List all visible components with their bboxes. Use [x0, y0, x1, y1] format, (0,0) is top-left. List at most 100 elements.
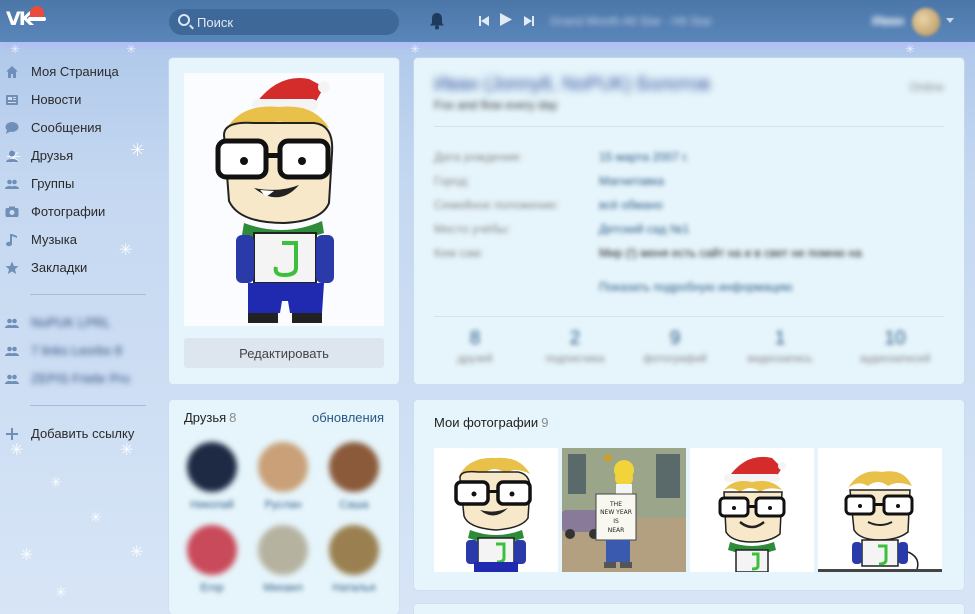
- notifications-bell-icon[interactable]: [429, 12, 445, 30]
- counter-followers[interactable]: 2 подписчика: [524, 328, 626, 365]
- messages-icon: [5, 121, 19, 135]
- photo-thumbnail[interactable]: THE NEW YEAR IS NEAR: [562, 448, 686, 572]
- sidebar-divider: [30, 405, 146, 406]
- friend-item[interactable]: Руслан: [258, 442, 308, 511]
- sidebar-item-label: Закладки: [31, 260, 88, 275]
- sidebar-item-news[interactable]: Новости: [0, 86, 160, 114]
- sidebar-group-label: ZEPIS Friebr Pro: [31, 371, 130, 386]
- friend-name: Руслан: [264, 499, 302, 511]
- user-avatar[interactable]: [912, 8, 940, 36]
- counter-audio[interactable]: 10 аудиозаписей: [844, 328, 946, 365]
- friends-updates-link[interactable]: обновления: [312, 410, 384, 425]
- counter-value: 8: [469, 328, 481, 349]
- now-playing-track[interactable]: Grand Month All Star - Hit Star: [550, 14, 712, 28]
- svg-text:NEAR: NEAR: [608, 527, 625, 534]
- play-icon[interactable]: [500, 13, 512, 29]
- info-value[interactable]: Магнитавка: [599, 174, 664, 188]
- groups-icon: [5, 372, 19, 386]
- info-divider: [434, 316, 944, 317]
- friends-card: Друзья 8 обновления Николай Руслан Саша Е…: [169, 400, 399, 614]
- sidebar-group-link[interactable]: NoPUK LPRL: [0, 309, 160, 337]
- friend-avatar: [187, 442, 237, 492]
- friends-header[interactable]: Друзья 8: [184, 410, 236, 425]
- photo-thumbnail[interactable]: [818, 448, 942, 572]
- friend-name: Николай: [190, 499, 234, 511]
- sidebar-item-label: Сообщения: [31, 120, 102, 135]
- sidebar-item-bookmarks[interactable]: Закладки: [0, 254, 160, 282]
- counter-label: подписчика: [545, 353, 605, 365]
- photos-count: 9: [541, 415, 549, 430]
- counter-label: друзей: [457, 353, 493, 365]
- groups-icon: [5, 344, 19, 358]
- top-bar: VK Grand Month All Star - Hit Star Иван: [0, 0, 975, 42]
- friends-title: Друзья: [184, 410, 227, 425]
- friend-item[interactable]: Наталья: [329, 525, 379, 594]
- music-icon: [5, 233, 19, 247]
- sidebar-item-label: Группы: [31, 176, 75, 191]
- sidebar-divider: [30, 294, 146, 295]
- counter-label: фотографий: [643, 353, 707, 365]
- groups-icon: [5, 177, 19, 191]
- sidebar-item-label: Фотографии: [31, 204, 106, 219]
- chevron-down-icon[interactable]: [946, 18, 954, 23]
- sidebar-group-link[interactable]: ZEPIS Friebr Pro: [0, 365, 160, 393]
- friend-avatar: [329, 525, 379, 575]
- add-link-label: Добавить ссылку: [31, 426, 135, 441]
- prev-track-icon[interactable]: [479, 14, 489, 29]
- friend-item[interactable]: Саша: [329, 442, 379, 511]
- info-value[interactable]: 15 марта 2007 г.: [599, 150, 689, 164]
- info-divider: [434, 126, 944, 127]
- sidebar-group-label: NoPUK LPRL: [31, 315, 111, 330]
- friend-item[interactable]: Николай: [187, 442, 237, 511]
- photo-thumbnail[interactable]: [690, 448, 814, 572]
- friends-icon: [5, 149, 19, 163]
- friend-name: Саша: [339, 499, 369, 511]
- friend-name: Егор: [200, 582, 224, 594]
- friend-avatar: [187, 525, 237, 575]
- sidebar-item-groups[interactable]: Группы: [0, 170, 160, 198]
- vk-logo[interactable]: VK: [6, 6, 46, 34]
- counter-photos[interactable]: 9 фотографий: [624, 328, 726, 365]
- sidebar-item-photos[interactable]: Фотографии: [0, 198, 160, 226]
- profile-name: Иван (Jonny8, NoPUK) Болотов: [434, 74, 711, 95]
- info-key: Дата рождения:: [434, 150, 522, 164]
- next-track-icon[interactable]: [524, 14, 534, 29]
- photos-header[interactable]: Мои фотографии 9: [434, 415, 548, 430]
- sidebar-item-music[interactable]: Музыка: [0, 226, 160, 254]
- profile-photo-card: Редактировать: [169, 58, 399, 384]
- search-input[interactable]: [197, 13, 387, 31]
- photo-thumbnail[interactable]: [434, 448, 558, 572]
- friend-avatar: [258, 442, 308, 492]
- svg-text:NEW YEAR: NEW YEAR: [600, 509, 632, 516]
- info-key: Место учёбы:: [434, 222, 510, 236]
- next-card-edge: [414, 604, 964, 614]
- groups-icon: [5, 316, 19, 330]
- friend-item[interactable]: Егор: [187, 525, 237, 594]
- profile-status[interactable]: Fox and flow every day: [434, 98, 557, 112]
- sidebar-item-friends[interactable]: Друзья: [0, 142, 160, 170]
- photo-icon: [5, 205, 19, 219]
- add-link-button[interactable]: Добавить ссылку: [0, 420, 160, 448]
- sidebar-item-label: Моя Страница: [31, 64, 119, 79]
- sidebar-item-messages[interactable]: Сообщения: [0, 114, 160, 142]
- sidebar-group-label: 7 links Leorbs 8: [31, 343, 123, 358]
- counter-videos[interactable]: 1 видеозапись: [729, 328, 831, 365]
- star-icon: [5, 261, 19, 275]
- counter-value: 1: [774, 328, 786, 349]
- search-box[interactable]: [169, 9, 399, 35]
- info-value[interactable]: Детский сад №1: [599, 222, 689, 236]
- counter-label: видеозапись: [747, 353, 813, 365]
- friend-avatar: [329, 442, 379, 492]
- info-value[interactable]: всё обмано: [599, 198, 663, 212]
- counter-friends[interactable]: 8 друзей: [424, 328, 526, 365]
- news-icon: [5, 93, 19, 107]
- svg-text:IS: IS: [613, 518, 619, 525]
- sidebar-item-my-page[interactable]: Моя Страница: [0, 58, 160, 86]
- user-name[interactable]: Иван: [872, 13, 904, 28]
- show-details-link[interactable]: Показать подробную информацию: [599, 280, 793, 294]
- profile-avatar[interactable]: [184, 73, 384, 326]
- info-key: Кем сам:: [434, 246, 484, 260]
- friend-item[interactable]: Михаил: [258, 525, 308, 594]
- sidebar-group-link[interactable]: 7 links Leorbs 8: [0, 337, 160, 365]
- edit-profile-button[interactable]: Редактировать: [184, 338, 384, 368]
